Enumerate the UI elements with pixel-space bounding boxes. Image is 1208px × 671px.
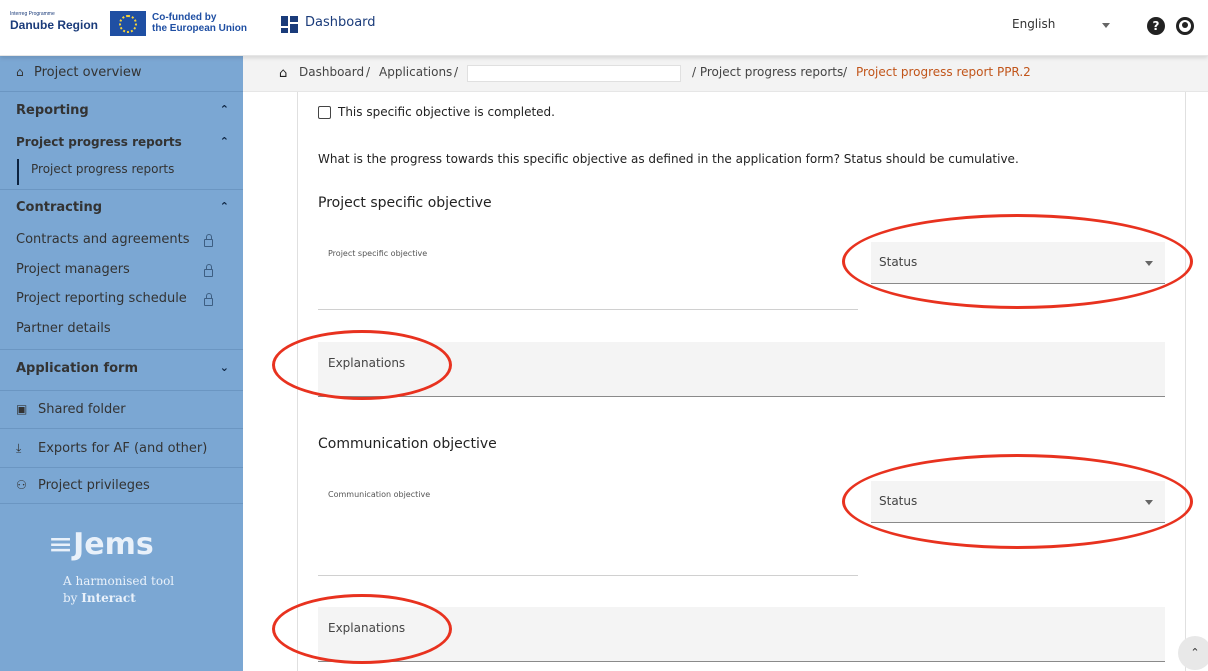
- cofunded-line-2: the European Union: [152, 23, 247, 34]
- lock-icon: [204, 234, 213, 247]
- sidebar-item-label: Shared folder: [38, 402, 126, 417]
- dropdown-arrow-icon: [1102, 23, 1110, 28]
- annotation-ellipse: [842, 454, 1193, 549]
- lock-icon: [204, 293, 213, 306]
- sidebar-section-label: Application form: [16, 361, 138, 376]
- breadcrumb-project-progress-reports[interactable]: / Project progress reports: [692, 65, 843, 79]
- breadcrumb-current: Project progress report PPR.2: [856, 65, 1031, 79]
- lock-icon: [204, 264, 213, 277]
- folder-icon: ▣: [16, 402, 28, 416]
- sidebar-section-label: Contracting: [16, 200, 103, 215]
- top-bar: Interreg Programme Danube Region Co-fund…: [0, 0, 1208, 56]
- checkbox-label: This specific objective is completed.: [338, 105, 555, 119]
- home-icon: ⌂: [16, 65, 24, 79]
- chevron-up-icon: ⌃: [219, 200, 229, 213]
- annotation-ellipse: [272, 330, 452, 400]
- chevron-up-icon: ⌃: [1190, 646, 1200, 659]
- language-select[interactable]: English: [1012, 13, 1110, 37]
- interreg-logo[interactable]: Interreg Programme Danube Region: [10, 11, 106, 37]
- breadcrumb-applications[interactable]: Applications: [379, 65, 452, 79]
- privileges-icon: ⚇: [16, 478, 27, 492]
- breadcrumb-dashboard[interactable]: Dashboard: [299, 65, 364, 79]
- sidebar-item-label: Project privileges: [38, 478, 150, 493]
- divider: [0, 467, 243, 468]
- divider: [0, 189, 243, 190]
- cofunded-text: Co-funded by the European Union: [152, 12, 247, 34]
- divider: [0, 349, 243, 350]
- annotation-ellipse: [842, 214, 1193, 309]
- jems-tagline-interact: Interact: [81, 591, 136, 605]
- download-icon: ⤓: [16, 441, 22, 455]
- sidebar-item-label: Exports for AF (and other): [38, 441, 208, 456]
- breadcrumb-separator: /: [454, 65, 459, 79]
- sidebar-item-label: Contracts and agreements: [16, 232, 190, 247]
- field-label: Project specific objective: [328, 249, 428, 258]
- sidebar-item-label: Project reporting schedule: [16, 291, 187, 306]
- breadcrumb-application-name[interactable]: [467, 65, 681, 82]
- field-label: Communication objective: [328, 490, 431, 499]
- sidebar-item-label: Project progress reports: [16, 135, 182, 149]
- scroll-to-top-button[interactable]: ⌃: [1178, 636, 1208, 670]
- sidebar-item-label: Project progress reports: [31, 162, 175, 176]
- objective-completed-checkbox[interactable]: [318, 106, 331, 119]
- section-heading-specific-objective: Project specific objective: [318, 195, 492, 211]
- breadcrumb-separator: /: [366, 65, 371, 79]
- jems-tagline: A harmonised tool by Interact: [63, 573, 174, 607]
- sidebar-item-label: Partner details: [16, 321, 111, 336]
- chevron-up-icon: ⌃: [219, 103, 229, 116]
- divider: [0, 91, 243, 92]
- breadcrumb-separator: /: [843, 65, 848, 79]
- divider: [318, 575, 858, 576]
- divider: [318, 309, 858, 310]
- jems-brand: Jems: [73, 527, 154, 562]
- progress-question: What is the progress towards this specif…: [318, 152, 1019, 166]
- dashboard-link[interactable]: Dashboard: [305, 15, 376, 30]
- logo-main-text: Danube Region: [10, 18, 99, 32]
- divider: [0, 428, 243, 429]
- jems-tagline-line-1: A harmonised tool: [63, 574, 175, 588]
- annotation-ellipse: [272, 594, 452, 664]
- dashboard-icon[interactable]: [281, 16, 298, 33]
- chevron-up-icon: ⌃: [219, 135, 229, 148]
- sidebar-item-label: Project overview: [34, 65, 142, 80]
- chevron-down-icon: ⌄: [219, 361, 229, 374]
- jems-mark-icon: ≡: [48, 527, 74, 562]
- language-value: English: [1012, 17, 1056, 31]
- section-heading-communication-objective: Communication objective: [318, 436, 497, 452]
- help-icon[interactable]: ?: [1147, 17, 1165, 35]
- eu-flag-icon: [110, 11, 146, 36]
- sidebar-item-label: Project managers: [16, 262, 130, 277]
- jems-logo: ≡Jems: [48, 527, 154, 562]
- account-icon[interactable]: [1176, 17, 1194, 35]
- cofunded-line-1: Co-funded by: [152, 12, 217, 23]
- divider: [0, 503, 243, 504]
- jems-tagline-by: by: [63, 591, 82, 605]
- home-icon[interactable]: ⌂: [279, 66, 287, 81]
- divider: [0, 390, 243, 391]
- sidebar-section-label: Reporting: [16, 103, 89, 118]
